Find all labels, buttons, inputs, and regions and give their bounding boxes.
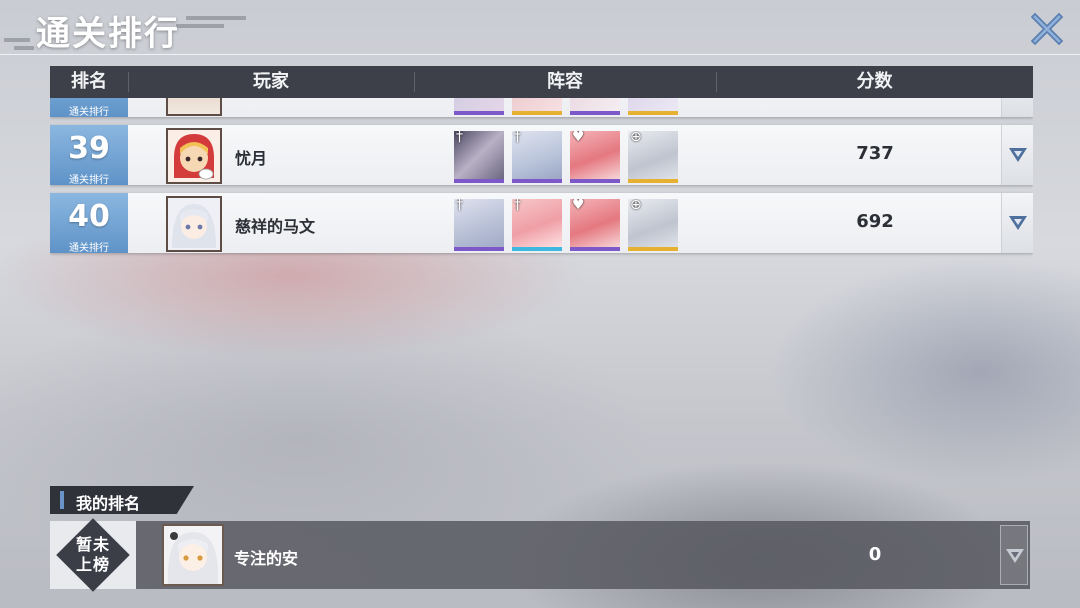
- header-player: 玩家: [253, 71, 289, 92]
- chevron-down-icon: [1006, 549, 1024, 563]
- table-row[interactable]: 40 通关排行 慈祥的马文 † † ♥ ⊕ 692: [50, 193, 1033, 254]
- hero-portrait[interactable]: †: [454, 131, 504, 183]
- avatar: [162, 524, 224, 586]
- hero-portrait[interactable]: †: [512, 131, 562, 183]
- hero-portrait[interactable]: †: [512, 199, 562, 251]
- table-header: 排名 玩家 阵容 分数: [50, 66, 1033, 98]
- rank-caption: 通关排行: [69, 107, 109, 118]
- page-title: 通关排行: [36, 14, 180, 54]
- sword-hero-icon: †: [456, 131, 463, 145]
- title-decoration: [176, 24, 224, 28]
- close-icon[interactable]: [1028, 10, 1066, 48]
- hero-portrait[interactable]: ⊕: [628, 199, 678, 251]
- title-divider: [0, 54, 1080, 55]
- my-score: 0: [868, 544, 882, 565]
- sword-hero-icon: †: [514, 131, 521, 145]
- expand-button[interactable]: [1001, 193, 1033, 253]
- rank-badge: 40 通关排行: [50, 193, 128, 254]
- my-rank-tab: 我的排名: [50, 486, 194, 514]
- expand-button[interactable]: [1001, 125, 1033, 185]
- rank-number: 39: [68, 131, 110, 166]
- my-player-name: 专注的安: [234, 549, 299, 568]
- header-score: 分数: [856, 71, 893, 92]
- my-expand-button[interactable]: [1000, 525, 1028, 585]
- title-decoration: [186, 16, 246, 20]
- player-name: 慈祥的马文: [235, 217, 316, 236]
- unranked-badge: 暂未 上榜: [50, 518, 136, 592]
- hero-portrait: [628, 98, 678, 115]
- ranking-list[interactable]: 通关排行 39 通关排行 忧月 † † ♥ ⊕ 737 40 通关排行 慈祥的马…: [50, 98, 1033, 260]
- player-score: 692: [856, 211, 894, 232]
- rank-badge: 通关排行: [50, 98, 128, 118]
- hero-portrait: [512, 98, 562, 115]
- hero-portrait: [454, 98, 504, 115]
- rank-caption: 通关排行: [69, 243, 109, 254]
- avatar: [166, 98, 222, 116]
- rank-badge: 39 通关排行: [50, 125, 128, 186]
- player-avatar-icon: [168, 198, 220, 250]
- sword-hero-icon: †: [514, 199, 521, 213]
- unranked-text: 暂未 上榜: [75, 535, 110, 574]
- hero-portrait: [570, 98, 620, 115]
- rank-number: 40: [68, 199, 110, 234]
- my-rank-row[interactable]: 暂未 上榜 专注的安 0: [50, 518, 1030, 592]
- hero-portrait[interactable]: ♥: [570, 131, 620, 183]
- hero-portrait[interactable]: ♥: [570, 199, 620, 251]
- target-hero-icon: ⊕: [630, 199, 642, 213]
- table-row[interactable]: 39 通关排行 忧月 † † ♥ ⊕ 737: [50, 125, 1033, 186]
- header-lineup: 阵容: [547, 71, 583, 92]
- avatar: [166, 196, 222, 252]
- player-avatar-icon: [168, 130, 220, 182]
- chevron-down-icon: [1009, 148, 1027, 162]
- hero-portrait[interactable]: †: [454, 199, 504, 251]
- close-button[interactable]: [1028, 10, 1066, 48]
- title-decoration: [14, 46, 34, 50]
- expand-button[interactable]: [1001, 98, 1033, 117]
- heart-hero-icon: ♥: [572, 131, 585, 145]
- sword-hero-icon: †: [456, 199, 463, 213]
- avatar: [166, 128, 222, 184]
- my-rank-label: 我的排名: [76, 494, 141, 513]
- title-decoration: [4, 38, 30, 42]
- target-hero-icon: ⊕: [630, 131, 642, 145]
- player-score: 737: [856, 143, 894, 164]
- chevron-down-icon: [1009, 216, 1027, 230]
- heart-hero-icon: ♥: [572, 199, 585, 213]
- player-name: 忧月: [235, 149, 268, 168]
- player-avatar-icon: [164, 526, 222, 584]
- title-bar: 通关排行: [0, 0, 1080, 56]
- hero-portrait[interactable]: ⊕: [628, 131, 678, 183]
- rank-caption: 通关排行: [69, 175, 109, 186]
- table-row[interactable]: 通关排行: [50, 98, 1033, 118]
- header-rank: 排名: [71, 71, 107, 92]
- tab-accent: [60, 491, 64, 509]
